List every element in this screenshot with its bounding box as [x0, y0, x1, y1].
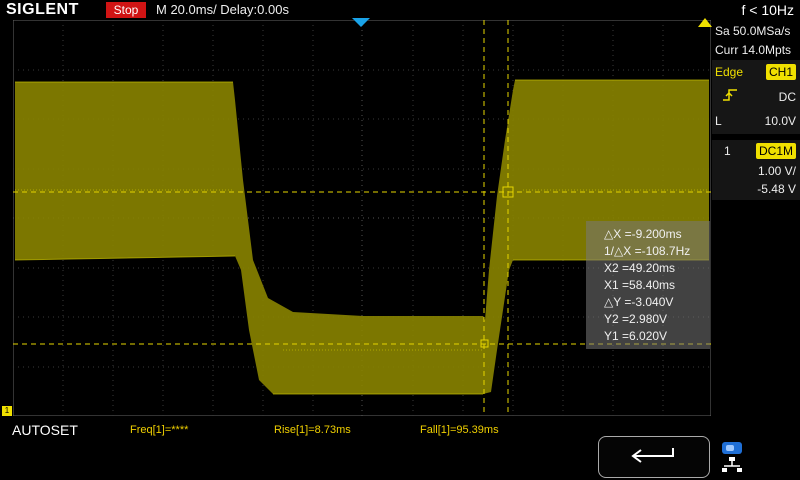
- timebase-readout[interactable]: M 20.0ms/ Delay:0.00s: [156, 0, 289, 20]
- trigger-level-marker[interactable]: [698, 18, 712, 28]
- trigger-position-marker[interactable]: [352, 18, 370, 28]
- measure-freq: Freq[1]=****: [130, 424, 189, 436]
- trigger-panel[interactable]: Edge CH1 DC L 10.0V: [712, 60, 800, 134]
- cursor-delta-x: △X =-9.200ms: [604, 227, 682, 241]
- autoset-button[interactable]: AUTOSET: [12, 422, 78, 438]
- cursor-y2-value: Y2 =2.980V: [604, 312, 668, 326]
- trigger-level: 10.0V: [764, 114, 796, 128]
- channel-offset: -5.48 V: [757, 182, 796, 196]
- channel-coupling: DC1M: [755, 143, 796, 159]
- trigger-level-label: L: [715, 114, 722, 128]
- brand-logo: SIGLENT: [6, 1, 79, 18]
- top-bar: SIGLENT Stop M 20.0ms/ Delay:0.00s f < 1…: [0, 0, 800, 20]
- measure-fall: Fall[1]=95.39ms: [420, 424, 499, 436]
- sample-rate: Sa 50.0MSa/s: [715, 24, 791, 38]
- cursor-readout-panel: △X =-9.200ms 1/△X =-108.7Hz X2 =49.20ms …: [586, 221, 710, 349]
- cursor-y1-value: Y1 =6.020V: [604, 329, 668, 343]
- run-stop-status[interactable]: Stop: [106, 2, 146, 18]
- rising-edge-icon: [723, 89, 737, 101]
- trigger-type: Edge: [715, 65, 744, 79]
- waveform-display[interactable]: [13, 20, 711, 416]
- channel-scale: 1.00 V/: [757, 164, 796, 178]
- cursor-x1-value: X1 =58.40ms: [604, 278, 676, 292]
- bottom-bar: AUTOSET Freq[1]=**** Rise[1]=8.73ms Fall…: [0, 418, 800, 480]
- measure-rise: Rise[1]=8.73ms: [274, 424, 351, 436]
- channel1-ground-marker[interactable]: 1: [2, 406, 12, 416]
- channel-number: 1: [724, 144, 731, 158]
- trigger-coupling: DC: [778, 90, 796, 104]
- back-arrow-icon: [631, 448, 674, 463]
- network-icon[interactable]: [720, 440, 744, 476]
- channel1-panel[interactable]: 1 DC1M 1.00 V/ -5.48 V: [712, 140, 800, 200]
- cursor-delta-y: △Y =-3.040V: [604, 295, 674, 309]
- memory-depth: Curr 14.0Mpts: [715, 43, 792, 57]
- cursor-inv-delta-x: 1/△X =-108.7Hz: [604, 244, 691, 258]
- cursor-x2-value: X2 =49.20ms: [604, 261, 676, 275]
- trigger-source: CH1: [765, 64, 796, 80]
- trigger-frequency-readout: f < 10Hz: [741, 2, 794, 18]
- back-button[interactable]: [598, 436, 710, 478]
